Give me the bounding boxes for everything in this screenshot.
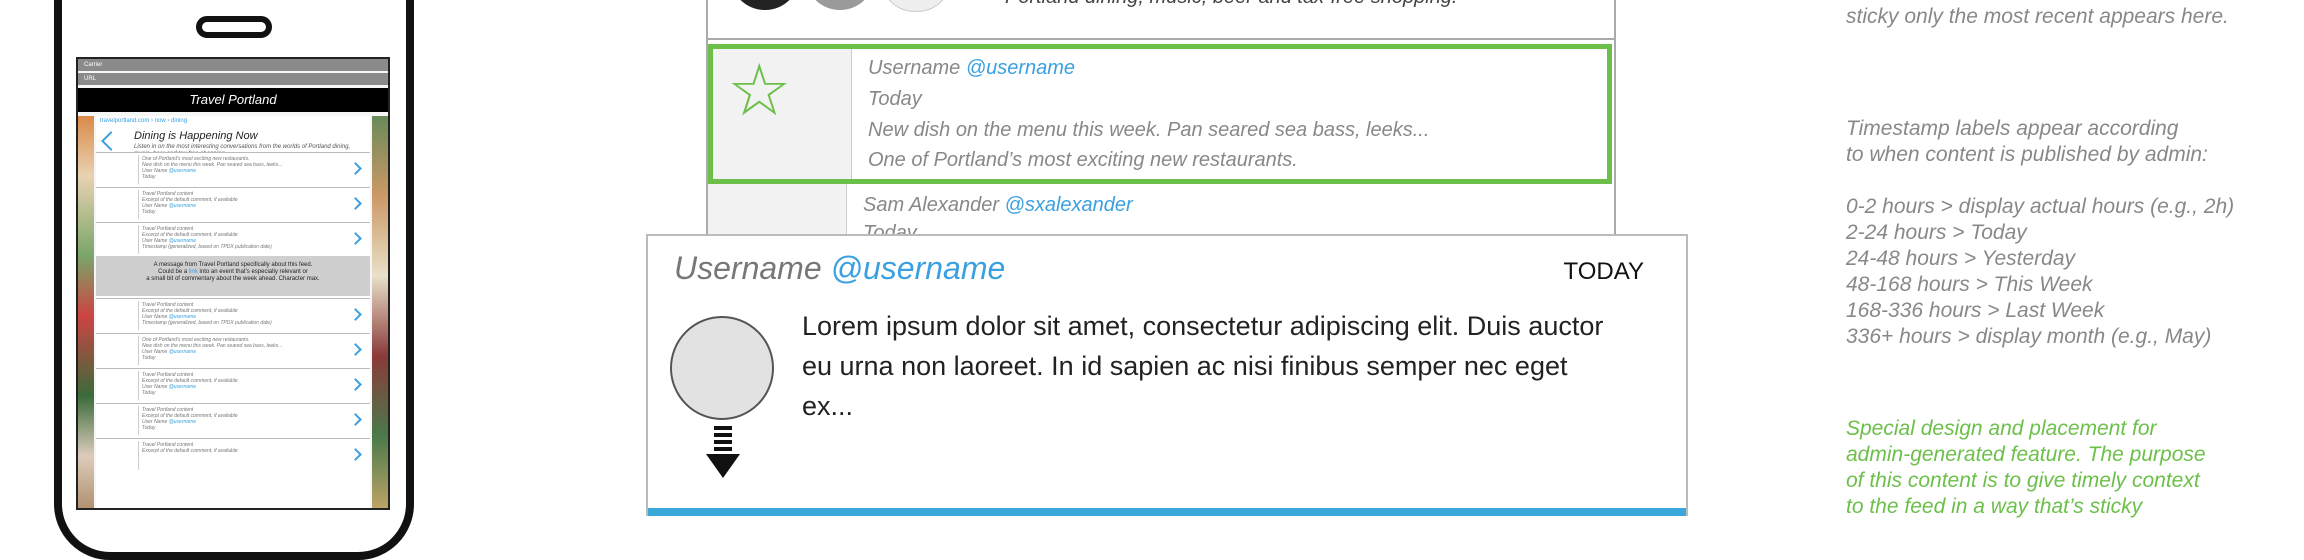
list-item-thumb <box>106 441 139 470</box>
download-arrow-icon[interactable] <box>706 426 740 480</box>
phone-speaker <box>196 16 272 38</box>
list-item[interactable]: Travel Portland content Excerpt of the de… <box>96 187 370 221</box>
browser-status-bar: Carrier <box>78 59 388 71</box>
user-handle[interactable]: @username <box>966 57 1075 79</box>
admin-message-line1: A message from Travel Portland specifica… <box>153 262 313 268</box>
user-handle[interactable]: @username <box>169 168 196 174</box>
card-body: Lorem ipsum dolor sit amet, consectetur … <box>802 311 1604 421</box>
list-item[interactable]: One of Portland’s most exciting new rest… <box>96 152 370 186</box>
user-handle[interactable]: @username <box>169 349 196 355</box>
note-timestamp-rules: 0-2 hours > display actual hours (e.g., … <box>1846 194 2234 350</box>
chevron-right-icon[interactable] <box>349 343 362 356</box>
decorative-border-left <box>78 116 94 508</box>
list-item-thumb <box>106 301 139 330</box>
star-icon: ☆ <box>727 51 792 131</box>
list-item-thumb <box>106 155 139 184</box>
note-line: to when content is published by admin: <box>1846 143 2208 166</box>
featured-body: New dish on the menu this week. Pan sear… <box>868 119 1430 141</box>
user-handle[interactable]: @username <box>831 250 1006 286</box>
chevron-right-icon[interactable] <box>349 197 362 210</box>
featured-user: Username @username <box>868 57 1075 80</box>
page-title: Dining is Happening Now <box>134 130 258 142</box>
user-handle[interactable]: @sxalexander <box>1005 194 1133 216</box>
timestamp: Timestamp (generalized, based on TPDX pu… <box>142 244 272 250</box>
timestamp: Today <box>142 425 156 431</box>
breadcrumb[interactable]: travelportland.com › now › dining <box>100 118 187 124</box>
chevron-right-icon[interactable] <box>349 413 362 426</box>
featured-feed-item[interactable]: ☆ Username @username Today New dish on t… <box>708 44 1612 184</box>
user-handle[interactable]: @username <box>169 203 196 209</box>
chevron-right-icon[interactable] <box>349 232 362 245</box>
timestamp: TODAY <box>1563 258 1644 285</box>
timestamp: Today <box>142 390 156 396</box>
avatar[interactable] <box>805 0 875 10</box>
chevron-left-icon[interactable] <box>101 131 121 151</box>
chevron-right-icon[interactable] <box>349 162 362 175</box>
user-name: Sam Alexander <box>863 194 1005 216</box>
timestamp: Today <box>142 174 156 180</box>
note-line: to the feed in a way that’s sticky <box>1846 495 2143 518</box>
timestamp: Today <box>142 209 156 215</box>
feed-item-user: Sam Alexander @sxalexander <box>863 194 1133 217</box>
chevron-right-icon[interactable] <box>349 308 362 321</box>
featured-thumb: ☆ <box>713 49 852 179</box>
list-item-thumb <box>106 371 139 400</box>
list-item-thumb <box>106 190 139 219</box>
admin-message-text: into an event that’s especially relevant… <box>197 269 308 275</box>
note-line: 336+ hours > display month (e.g., May) <box>1846 325 2212 348</box>
note-line: 0-2 hours > display actual hours (e.g., … <box>1846 195 2235 218</box>
note-line: 168-336 hours > Last Week <box>1846 299 2105 322</box>
chevron-right-icon[interactable] <box>349 378 362 391</box>
top-avatar-strip <box>730 0 960 12</box>
feed-description: Portland dining, music, beer and tax-fre… <box>1005 0 1458 9</box>
admin-message-text: Could be a <box>158 269 189 275</box>
divider <box>706 38 1616 40</box>
phone-screen: Carrier URL Travel Portland travelportla… <box>76 57 390 510</box>
user-handle[interactable]: @username <box>169 384 196 390</box>
user-handle[interactable]: @username <box>169 419 196 425</box>
timestamp: Today <box>868 88 922 110</box>
user-name: Username <box>868 57 966 79</box>
list-item-thumb <box>106 336 139 365</box>
card-user: Username @username <box>674 250 1005 287</box>
note-line: Timestamp labels appear according <box>1846 117 2179 140</box>
chevron-right-icon[interactable] <box>349 448 362 461</box>
note-line: admin-generated feature. The purpose <box>1846 443 2206 466</box>
note-line: 2-24 hours > Today <box>1846 221 2027 244</box>
comment-card[interactable]: Username @username TODAY Lorem ipsum dol… <box>646 234 1688 516</box>
browser-url-bar[interactable]: URL <box>78 73 388 85</box>
featured-body: One of Portland’s most exciting new rest… <box>868 149 1298 171</box>
admin-message: A message from Travel Portland specifica… <box>96 256 370 296</box>
note-line: Special design and placement for <box>1846 417 2157 440</box>
list-item[interactable]: Travel Portland content Excerpt of the de… <box>96 403 370 437</box>
note-line: 24-48 hours > Yesterday <box>1846 247 2076 270</box>
note-line: 48-168 hours > This Week <box>1846 273 2093 296</box>
note-sticky: sticky only the most recent appears here… <box>1846 4 2229 30</box>
list-item[interactable]: Travel Portland content Excerpt of the de… <box>96 438 370 472</box>
avatar[interactable] <box>730 0 800 10</box>
note-line: of this content is to give timely contex… <box>1846 469 2200 492</box>
list-item-thumb <box>106 225 139 254</box>
list-item-line: Excerpt of the default comment, if avail… <box>142 448 238 454</box>
note-timestamp-intro: Timestamp labels appear according to whe… <box>1846 116 2208 168</box>
app-title: Travel Portland <box>78 88 388 112</box>
avatar[interactable] <box>670 316 774 420</box>
admin-message-link[interactable]: link <box>189 269 198 275</box>
phone-content: travelportland.com › now › dining Dining… <box>96 116 370 508</box>
user-name: Username <box>674 250 831 286</box>
list-item[interactable]: Travel Portland content Excerpt of the de… <box>96 368 370 402</box>
list-item[interactable]: Travel Portland content Excerpt of the de… <box>96 298 370 332</box>
admin-message-line2: Could be a link into an event that’s esp… <box>96 269 370 276</box>
list-item[interactable]: One of Portland’s most exciting new rest… <box>96 333 370 367</box>
timestamp: Timestamp (generalized, based on TPDX pu… <box>142 320 272 326</box>
list-item-thumb <box>106 406 139 435</box>
card-accent-bar <box>648 508 1686 516</box>
note-special: Special design and placement for admin-g… <box>1846 416 2206 520</box>
decorative-border-right <box>372 116 388 508</box>
timestamp: Today <box>142 355 156 361</box>
note-line: sticky only the most recent appears here… <box>1846 5 2229 28</box>
admin-message-line3: a small bit of commentary about the week… <box>146 276 320 282</box>
list-item[interactable]: Travel Portland content Excerpt of the de… <box>96 222 370 256</box>
